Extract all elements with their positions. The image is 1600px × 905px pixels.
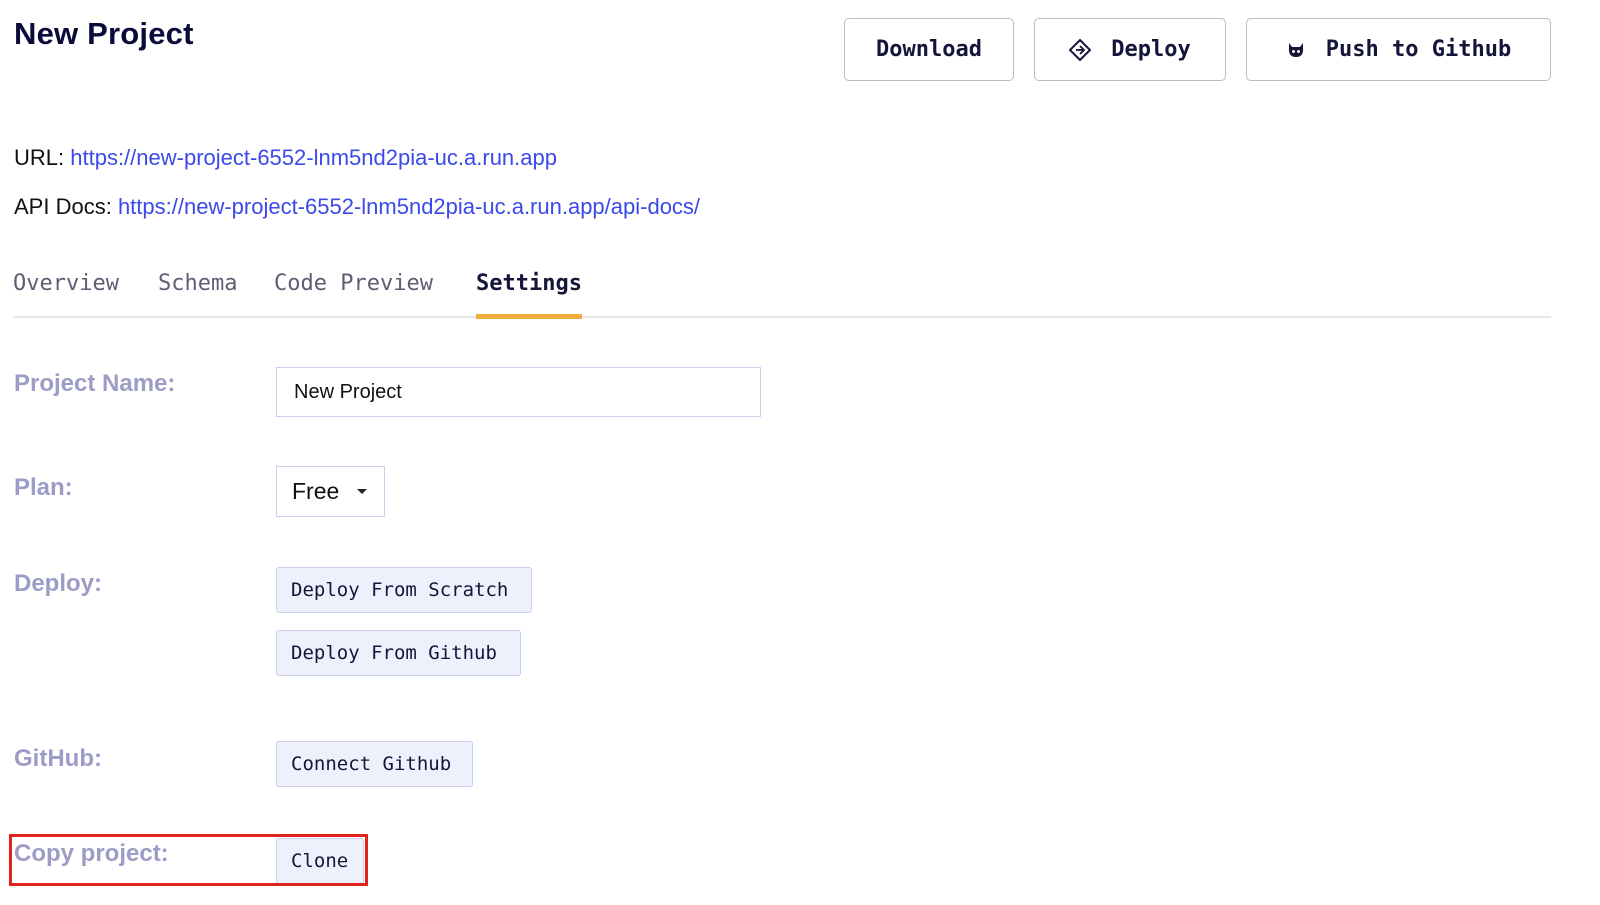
api-docs-row: API Docs: https://new-project-6552-lnm5n… [14,194,700,220]
copy-project-label: Copy project: [14,840,169,867]
caret-down-icon [357,489,368,494]
url-link[interactable]: https://new-project-6552-lnm5nd2pia-uc.a… [70,145,557,170]
download-button-label: Download [876,37,982,62]
url-label: URL: [14,145,65,170]
project-name-label: Project Name: [14,370,176,397]
project-name-input[interactable]: New Project [276,367,761,417]
github-icon [1286,41,1306,59]
connect-github-button[interactable]: Connect Github [276,741,473,787]
deploy-label: Deploy: [14,570,103,597]
tab-bar: Overview Schema Code Preview Settings [13,266,1551,319]
api-docs-link[interactable]: https://new-project-6552-lnm5nd2pia-uc.a… [118,194,700,219]
plan-select-value: Free [292,478,340,504]
download-button[interactable]: Download [844,18,1014,81]
plan-label: Plan: [14,474,73,501]
push-to-github-button[interactable]: Push to Github [1246,18,1551,81]
clone-button[interactable]: Clone [276,838,364,884]
tab-code-preview[interactable]: Code Preview [274,266,433,318]
plan-select[interactable]: Free [276,466,385,517]
tab-settings[interactable]: Settings [476,266,582,319]
tab-schema[interactable]: Schema [158,266,237,318]
push-to-github-label: Push to Github [1325,37,1512,62]
deploy-from-scratch-button[interactable]: Deploy From Scratch [276,567,532,613]
deploy-from-github-button[interactable]: Deploy From Github [276,630,521,676]
deploy-button[interactable]: Deploy [1034,18,1226,81]
tab-overview[interactable]: Overview [13,266,119,318]
deploy-button-label: Deploy [1111,37,1191,62]
page-title: New Project [14,16,194,51]
github-label: GitHub: [14,745,102,772]
api-docs-label: API Docs: [14,194,112,219]
url-row: URL: https://new-project-6552-lnm5nd2pia… [14,145,557,171]
deploy-icon [1069,38,1092,61]
